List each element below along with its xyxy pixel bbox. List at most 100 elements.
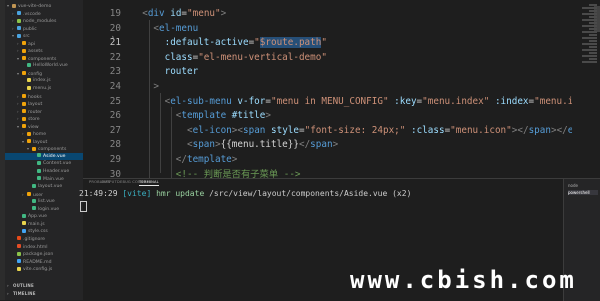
code-text: <el-sub-menu v-for="menu in MENU_CONFIG"… [131,94,600,109]
line-number: 24 [109,81,121,92]
code-token: span [528,124,551,136]
tree-item-label: components [28,56,57,62]
tree-item[interactable]: list.vue [5,198,83,206]
tree-item[interactable]: › store [5,115,83,123]
terminal-item-powershell[interactable]: powershell [568,190,598,195]
code-line[interactable]: 24 > [83,79,600,94]
code-line[interactable]: 21 :default-active="$route.path" [83,35,600,50]
tree-item[interactable]: Aside.vue [5,152,83,161]
tree-item[interactable]: ▾ src [5,32,83,40]
code-token: el-sub-menu [170,95,232,107]
tree-item-label: Header.vue [43,169,70,175]
minimap-line [582,43,597,45]
tree-item[interactable]: ▾ components [5,55,83,63]
code-text: <!-- 判断是否有子菜单 --> [131,167,301,178]
folder-icon [27,131,31,136]
panel-tab-output[interactable]: OUTPUT [101,180,117,184]
file-icon [17,236,21,241]
tree-item-label: README.md [23,259,52,265]
code-text: <el-icon><span style="font-size: 24px;" … [131,123,600,138]
tree-item[interactable]: › api [5,40,83,48]
folder-icon [22,71,26,76]
code-token: <!-- 判断是否有子菜单 --> [175,168,301,178]
code-editor[interactable]: 19 <div id="menu"> 20 <el-menu 21 :default… [83,0,600,178]
code-text: router [131,64,199,79]
code-token: span [310,139,333,151]
tree-item[interactable]: Header.vue [5,168,83,176]
line-number: 27 [109,124,121,136]
minimap-line [582,37,597,39]
folder-icon [17,18,21,23]
tree-item[interactable]: layout.vue [5,183,83,191]
tree-item[interactable]: .gitignore [5,236,83,244]
code-line[interactable]: 22 class="el-menu-vertical-demo" [83,50,600,65]
tree-item[interactable]: vite.config.js [5,266,83,274]
tree-item[interactable]: ▾ components [5,145,83,153]
folder-icon [12,3,16,8]
tree-item[interactable]: › node_modules [5,17,83,25]
tree-item[interactable]: App.vue [5,213,83,221]
line-number: 28 [109,139,121,151]
fold-chevron-icon[interactable]: › [111,34,115,41]
minimap-line [582,31,597,33]
tree-item[interactable]: ▾ view [5,123,83,131]
code-text: <span>{{menu.title}}</span> [131,137,338,152]
code-line[interactable]: 20 <el-menu [83,21,600,36]
tree-item[interactable]: Content.vue [5,160,83,168]
tree-item-label: App.vue [28,214,47,220]
tree-item[interactable]: index.js [5,77,83,85]
minimap[interactable] [572,0,600,178]
outline-section-header[interactable]: › OUTLINE [5,282,83,290]
tree-item[interactable]: › assets [5,47,83,55]
code-token: </ [517,124,529,136]
terminal-output-line: 21:49:29 [vite] hmr update /src/view/lay… [79,188,411,200]
code-token: v-for [237,95,266,107]
code-token: class [164,51,193,63]
tree-item[interactable]: ▾ vue-vite-demo [5,2,83,10]
folder-icon [22,94,26,99]
panel-tab-terminal[interactable]: TERMINAL [139,180,159,186]
file-icon [27,85,31,90]
line-number: 19 [109,8,121,19]
tree-item[interactable]: README.md [5,259,83,267]
tree-item[interactable]: main.js [5,221,83,229]
tree-item[interactable]: › layout [5,100,83,108]
minimap-line [582,19,597,21]
tree-item[interactable]: ▾ config [5,70,83,78]
file-icon [17,266,21,271]
tree-item[interactable]: menu.js [5,85,83,93]
minimap-line [589,16,597,18]
tree-item[interactable]: Main.vue [5,176,83,184]
folder-icon [32,146,36,151]
tree-item[interactable]: › .vscode [5,10,83,18]
tree-item[interactable]: index.html [5,244,83,252]
line-number: 22 [109,51,121,63]
tree-item[interactable]: package.json [5,251,83,259]
code-token: " [321,37,327,49]
tree-item[interactable]: › public [5,25,83,33]
file-icon [17,251,21,256]
tree-item[interactable]: login.vue [5,206,83,214]
code-token: > [231,154,238,165]
code-token: $route.path [259,37,322,49]
terminal-item-node[interactable]: node [568,183,578,188]
code-token: "font-size: 24px;" [304,124,406,136]
tree-item[interactable]: style.css [5,228,83,236]
code-text: class="el-menu-vertical-demo" [131,50,327,65]
tree-item-label: assets [28,49,43,55]
code-line[interactable]: 23 router [83,64,600,79]
tree-item[interactable]: › hooks [5,93,83,101]
code-token: :default-active [164,37,249,49]
timeline-section-header[interactable]: › TIMELINE [5,290,83,298]
tree-item[interactable]: HelloWorld.vue [5,62,83,70]
tree-item[interactable]: › router [5,108,83,116]
tree-item[interactable]: › home [5,130,83,138]
code-text: > [131,79,159,94]
code-text: <template #title> [131,108,271,123]
terminal-cursor [80,201,87,212]
tree-item-label: api [28,41,36,47]
code-line[interactable]: 19 <div id="menu"> [83,6,600,21]
tree-item[interactable]: ▾ layout [5,138,83,146]
code-token: #title [231,110,266,122]
tree-item[interactable]: › user [5,191,83,199]
